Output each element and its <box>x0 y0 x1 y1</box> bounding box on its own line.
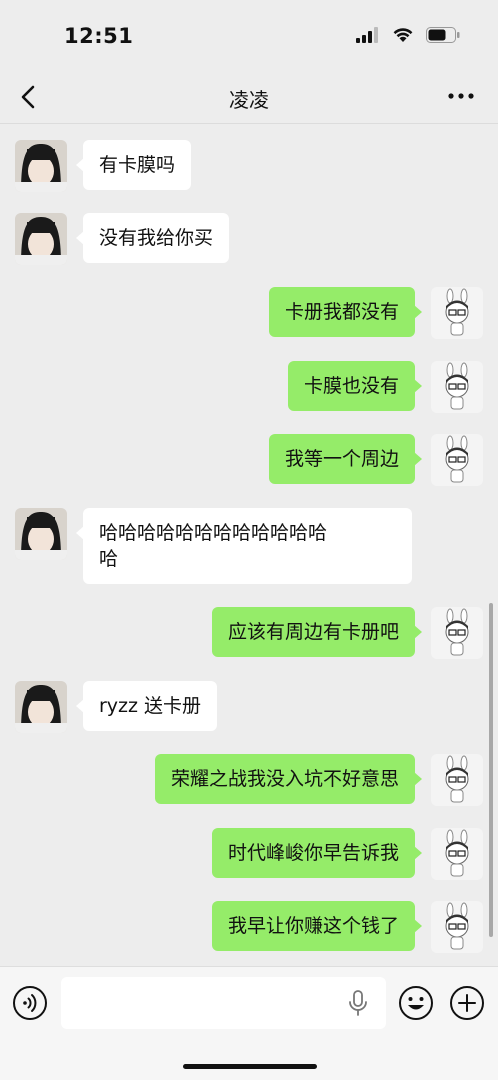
my-avatar[interactable] <box>431 287 483 339</box>
contact-avatar-image <box>15 681 67 733</box>
received-message-bubble[interactable]: 哈哈哈哈哈哈哈哈哈哈哈哈 哈 <box>76 508 412 584</box>
chat-scrollbar[interactable] <box>489 603 493 937</box>
wifi-icon <box>393 28 413 42</box>
signal-icon <box>356 27 378 43</box>
my-avatar[interactable] <box>431 901 483 953</box>
sent-message-bubble[interactable]: 应该有周边有卡册吧 <box>211 607 423 657</box>
received-message-bubble[interactable]: ryzz 送卡册 <box>75 681 218 731</box>
status-bar: 12:51 <box>0 0 498 72</box>
my-avatar[interactable] <box>431 434 483 486</box>
message-input[interactable] <box>61 977 386 1029</box>
chat-title: 凌凌 <box>229 88 269 112</box>
my-avatar[interactable] <box>431 607 483 659</box>
contact-avatar[interactable] <box>15 213 67 265</box>
received-message-bubble[interactable]: 有卡膜吗 <box>75 140 192 190</box>
sent-message-bubble[interactable]: 荣耀之战我没入坑不好意思 <box>154 754 423 804</box>
more-dots-icon <box>448 93 474 99</box>
emoji-button[interactable] <box>398 985 434 1021</box>
nav-bar: 凌凌 <box>0 72 498 124</box>
voice-icon <box>13 986 47 1020</box>
received-message-bubble[interactable]: 没有我给你买 <box>75 213 230 263</box>
my-avatar[interactable] <box>431 828 483 880</box>
more-button[interactable] <box>446 84 476 108</box>
my-avatar-image <box>431 828 483 880</box>
contact-avatar[interactable] <box>15 508 67 560</box>
sent-message-bubble[interactable]: 时代峰峻你早告诉我 <box>211 828 423 878</box>
home-indicator[interactable] <box>183 1064 317 1069</box>
status-icons <box>356 27 460 43</box>
my-avatar-image <box>431 901 483 953</box>
chat-area[interactable]: 有卡膜吗 没有我给你买 卡册我都没有 卡膜也没有 我等一个周边 哈哈哈哈哈哈哈哈… <box>0 125 498 965</box>
voice-input-button[interactable] <box>12 985 48 1021</box>
contact-avatar[interactable] <box>15 140 67 192</box>
sent-message-bubble[interactable]: 我等一个周边 <box>268 434 423 484</box>
contact-avatar-image <box>15 213 67 265</box>
my-avatar-image <box>431 754 483 806</box>
contact-avatar-image <box>15 140 67 192</box>
more-functions-button[interactable] <box>449 985 485 1021</box>
microphone-button[interactable] <box>346 989 370 1017</box>
sent-message-bubble[interactable]: 卡册我都没有 <box>268 287 423 337</box>
contact-avatar[interactable] <box>15 681 67 733</box>
battery-icon <box>426 27 460 43</box>
plus-icon <box>450 986 484 1020</box>
my-avatar-image <box>431 287 483 339</box>
smiley-icon <box>399 986 433 1020</box>
sent-message-bubble[interactable]: 卡膜也没有 <box>287 361 423 411</box>
my-avatar-image <box>431 434 483 486</box>
input-bar <box>0 966 498 1080</box>
microphone-icon <box>349 990 367 1016</box>
my-avatar-image <box>431 361 483 413</box>
status-time: 12:51 <box>64 24 134 48</box>
my-avatar[interactable] <box>431 754 483 806</box>
my-avatar-image <box>431 607 483 659</box>
sent-message-bubble[interactable]: 我早让你赚这个钱了 <box>211 901 423 951</box>
my-avatar[interactable] <box>431 361 483 413</box>
contact-avatar-image <box>15 508 67 560</box>
